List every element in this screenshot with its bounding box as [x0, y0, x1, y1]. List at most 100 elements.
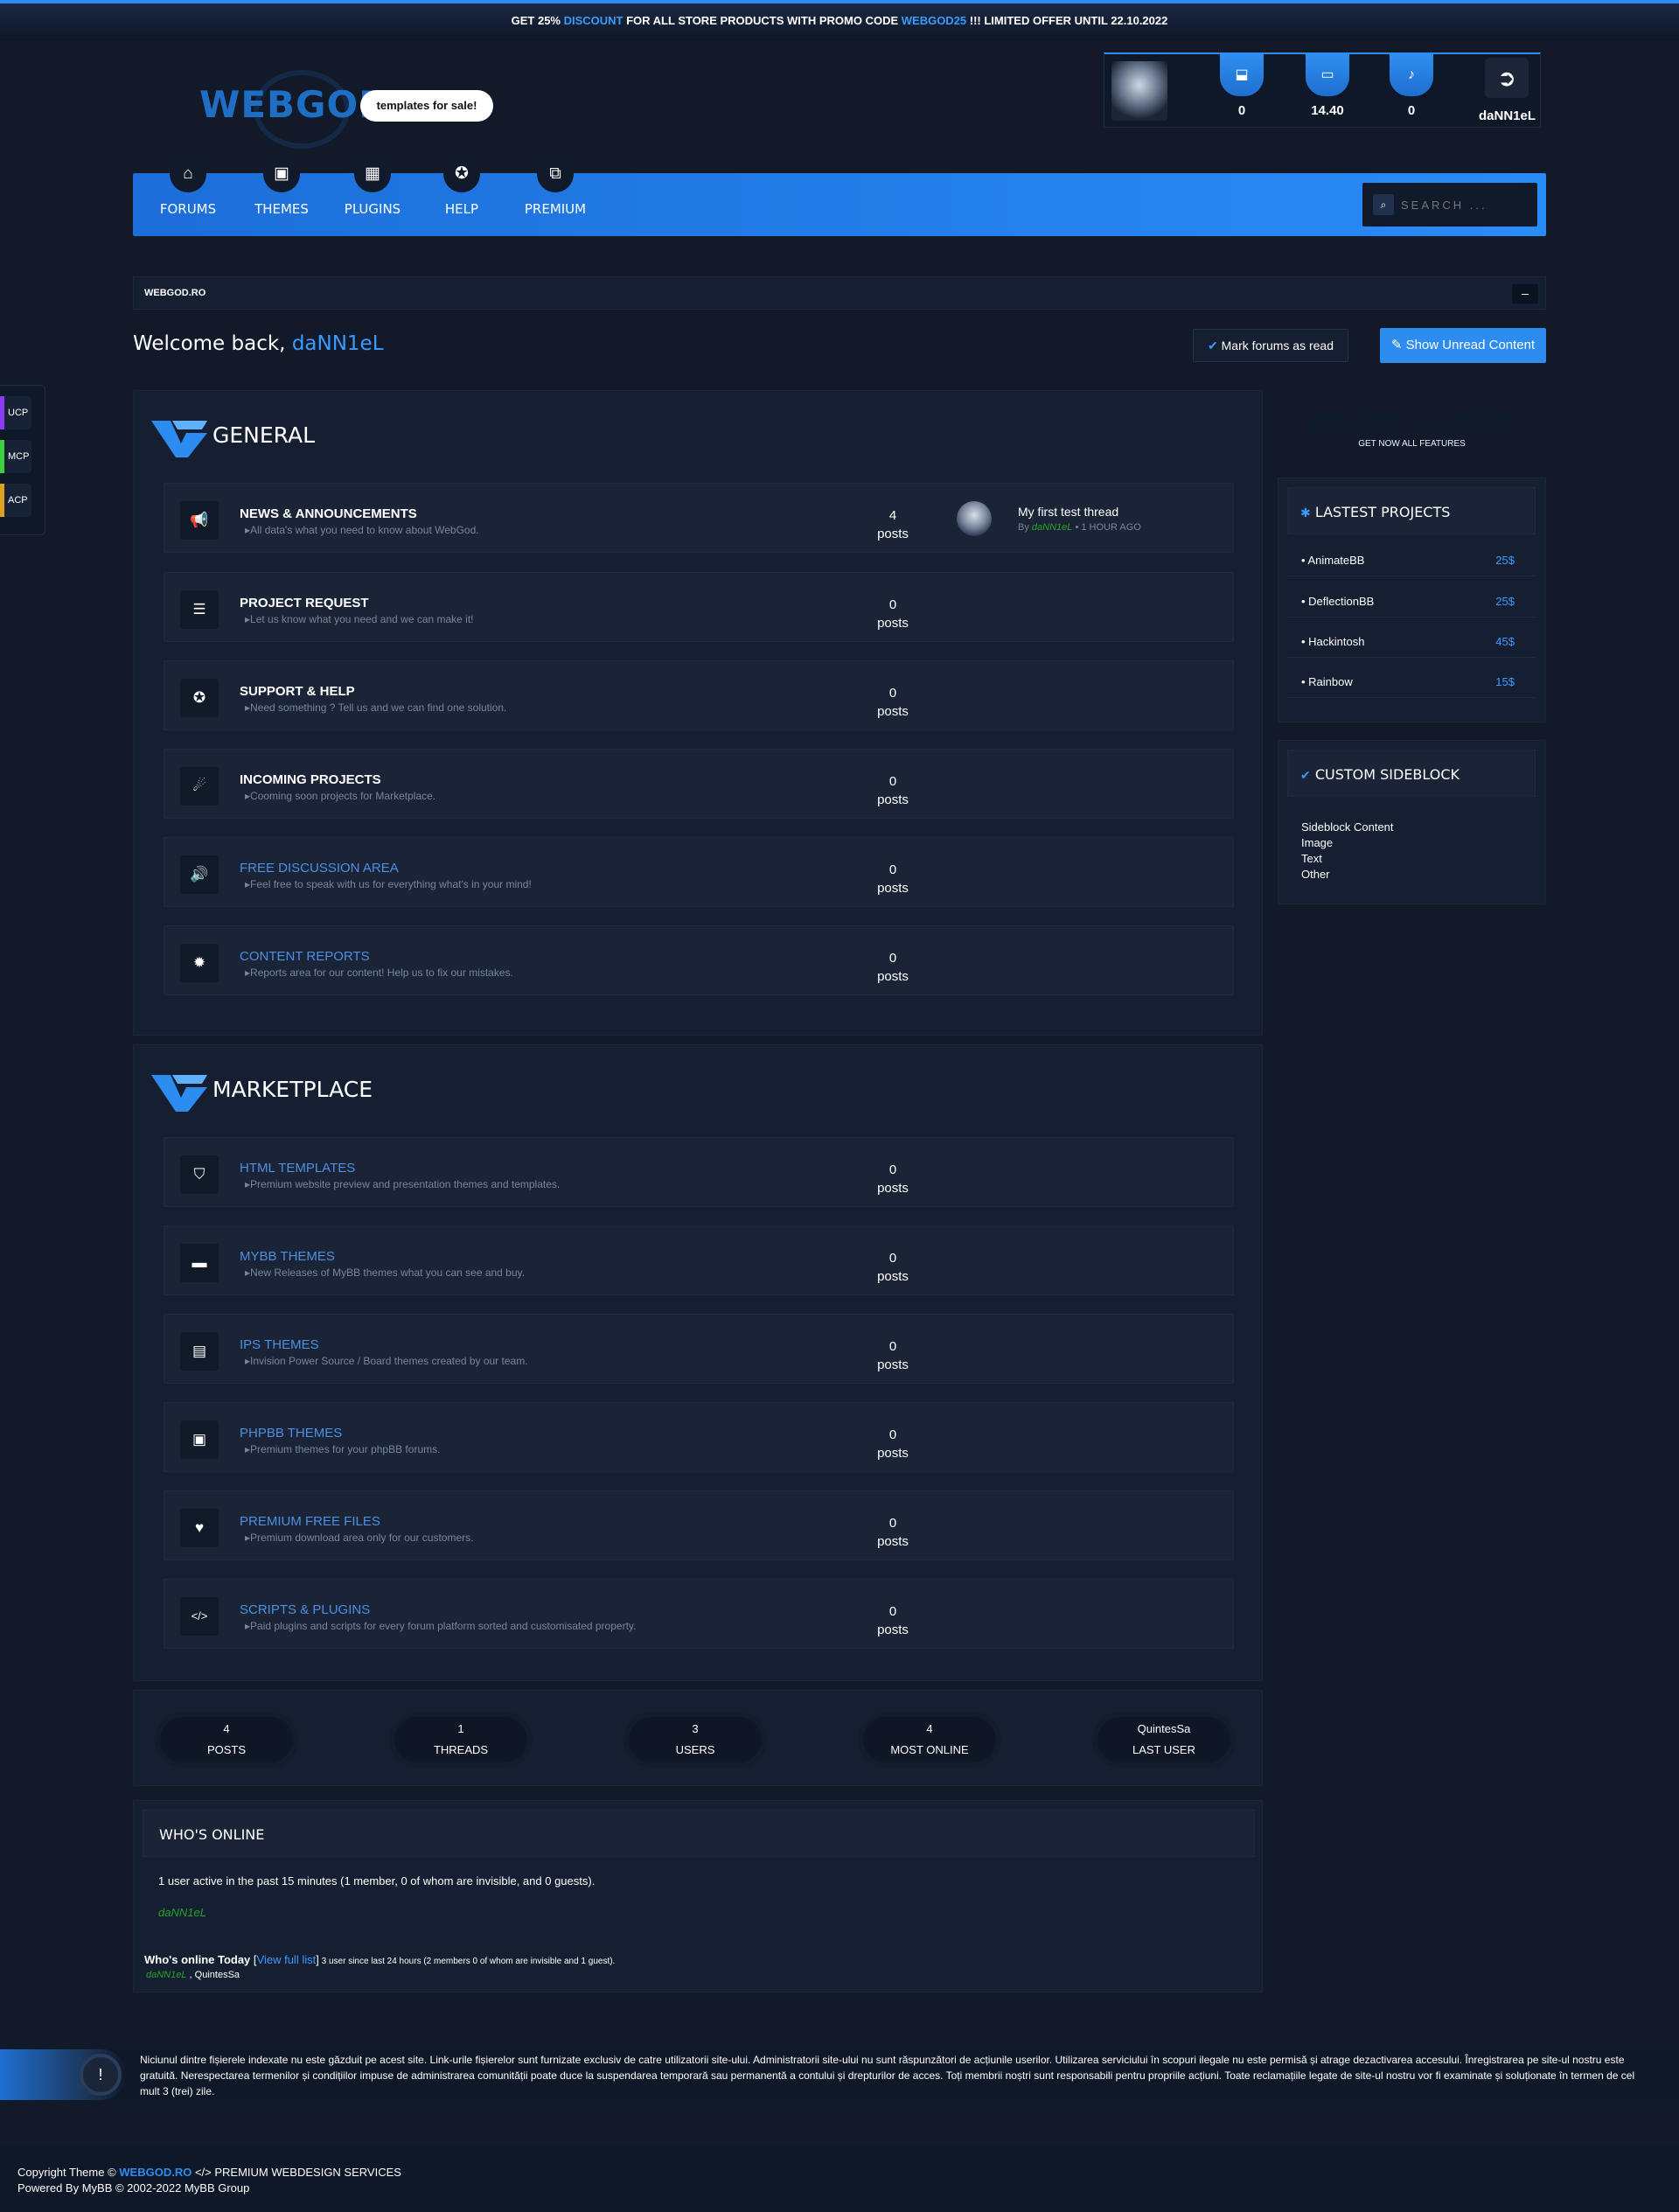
forum-row[interactable]: ▬ MYBB THEMES New Releases of MyBB theme… — [164, 1225, 1234, 1295]
forum-name[interactable]: SCRIPTS & PLUGINS — [240, 1602, 370, 1617]
tab-ucp[interactable]: UCP — [0, 396, 31, 429]
post-unit: posts — [877, 881, 909, 896]
logout-button[interactable]: ➲ daNN1eL — [1479, 58, 1536, 123]
post-count: 0 — [888, 774, 897, 789]
forum-name[interactable]: SUPPORT & HELP — [240, 684, 355, 699]
nav-premium[interactable]: ⧉ PREMIUM — [516, 156, 595, 217]
list-item[interactable]: • DeflectionBB 25$ — [1287, 584, 1536, 618]
post-count: 0 — [888, 1427, 897, 1442]
footer-site-link[interactable]: WEBGOD.RO — [119, 2166, 192, 2179]
upgrade-account-banner[interactable]: UPGRADE ACCOUNT GET NOW ALL FEATURES — [1278, 390, 1546, 469]
breadcrumb-home[interactable]: WEBGOD.RO — [144, 288, 206, 298]
last-post-title[interactable]: My first test thread — [1018, 505, 1118, 519]
mark-read-button[interactable]: ✔ Mark forums as read — [1193, 329, 1348, 362]
nav-help[interactable]: ✪ HELP — [422, 156, 501, 217]
forum-row[interactable]: ☄ INCOMING PROJECTS Cooming soon project… — [164, 749, 1234, 819]
bell-icon: ♪ — [1390, 54, 1433, 96]
notifications-stat[interactable]: ♪ 0 — [1390, 54, 1433, 118]
forum-row[interactable]: ▣ PHPBB THEMES Premium themes for your p… — [164, 1402, 1234, 1472]
stat-value: 4 — [926, 1722, 933, 1735]
forum-row[interactable]: ♥ PREMIUM FREE FILES Premium download ar… — [164, 1490, 1234, 1560]
whos-online: WHO'S ONLINE 1 user active in the past 1… — [133, 1800, 1263, 1992]
forum-name[interactable]: PREMIUM FREE FILES — [240, 1514, 380, 1529]
sideblock-title: ✔ CUSTOM SIDEBLOCK — [1300, 766, 1460, 783]
forum-row[interactable]: 📢 NEWS & ANNOUNCEMENTS All data's what y… — [164, 483, 1234, 553]
promo-text-2: FOR ALL STORE PRODUCTS WITH PROMO CODE — [623, 14, 902, 27]
search-icon[interactable]: ⌕ — [1373, 194, 1394, 215]
last-post-user[interactable]: daNN1eL — [1032, 522, 1072, 533]
forum-post-count: 0 posts — [871, 861, 915, 897]
online-today-user[interactable]: daNN1eL — [146, 1970, 186, 1980]
online-today-separator: , — [186, 1970, 195, 1980]
forum-row[interactable]: ☰ PROJECT REQUEST Let us know what you n… — [164, 572, 1234, 642]
nav-forums-label: FORUMS — [159, 201, 217, 217]
forum-row[interactable]: 🔊 FREE DISCUSSION AREA Feel free to spea… — [164, 837, 1234, 907]
avatar[interactable] — [1111, 61, 1167, 121]
category-logo-icon — [151, 421, 207, 457]
stat-value: 1 — [457, 1722, 464, 1735]
forum-name[interactable]: MYBB THEMES — [240, 1249, 335, 1264]
project-name[interactable]: • AnimateBB — [1301, 554, 1364, 567]
grid-icon: ▦ — [354, 156, 391, 192]
sideblock-line: Text — [1301, 852, 1322, 865]
forum-name[interactable]: INCOMING PROJECTS — [240, 772, 381, 787]
online-user[interactable]: daNN1eL — [158, 1906, 206, 1919]
category-title[interactable]: GENERAL — [212, 422, 315, 448]
nav-themes[interactable]: ▣ THEMES — [242, 156, 321, 217]
online-today: Who's online Today [View full list] 3 us… — [144, 1953, 615, 1966]
disclaimer-badge: ! — [0, 2049, 127, 2100]
forum-name[interactable]: NEWS & ANNOUNCEMENTS — [240, 506, 417, 521]
forum-row[interactable]: ⛉ HTML TEMPLATES Premium website preview… — [164, 1137, 1234, 1207]
post-unit: posts — [877, 616, 909, 631]
forum-description: Cooming soon projects for Marketplace. — [245, 790, 435, 802]
forum-name[interactable]: FREE DISCUSSION AREA — [240, 861, 399, 876]
project-name[interactable]: • DeflectionBB — [1301, 595, 1374, 608]
welcome-user[interactable]: daNN1eL — [292, 332, 384, 355]
nav-plugins[interactable]: ▦ PLUGINS — [333, 156, 412, 217]
forum-post-count: 0 posts — [871, 684, 915, 721]
list-item[interactable]: • Hackintosh 45$ — [1287, 625, 1536, 658]
credits-stat[interactable]: ▭ 14.40 — [1306, 54, 1349, 118]
list-item[interactable]: • Rainbow 15$ — [1287, 665, 1536, 698]
file-image-icon: ▤ — [180, 1332, 219, 1371]
collapse-button[interactable]: – — [1512, 284, 1538, 304]
forum-row[interactable]: ✹ CONTENT REPORTS Reports area for our c… — [164, 925, 1234, 995]
forum-name[interactable]: PHPBB THEMES — [240, 1426, 342, 1441]
stat-last-user[interactable]: QuintesSa LAST USER — [1097, 1717, 1230, 1762]
ucp-bar — [0, 396, 4, 429]
forum-name[interactable]: CONTENT REPORTS — [240, 949, 370, 964]
nav-forums[interactable]: ⌂ FORUMS — [149, 156, 227, 217]
forum-description: Need something ? Tell us and we can find… — [245, 701, 506, 714]
search-input[interactable] — [1401, 192, 1523, 218]
edit-icon: ✎ — [1390, 338, 1403, 352]
footer-services: </> PREMIUM WEBDESIGN SERVICES — [192, 2166, 401, 2179]
forum-name[interactable]: PROJECT REQUEST — [240, 596, 369, 611]
forum-name[interactable]: HTML TEMPLATES — [240, 1161, 355, 1176]
list-item[interactable]: • AnimateBB 25$ — [1287, 543, 1536, 576]
check-icon: ✔ — [1208, 338, 1218, 352]
upgrade-subtitle: GET NOW ALL FEATURES — [1358, 439, 1466, 449]
project-name[interactable]: • Rainbow — [1301, 675, 1353, 688]
forum-row[interactable]: ✪ SUPPORT & HELP Need something ? Tell u… — [164, 660, 1234, 730]
heart-icon: ♥ — [180, 1509, 219, 1547]
last-post-avatar[interactable] — [957, 501, 992, 536]
disclaimer: ! Niciunul dintre fișierele indexate nu … — [0, 2049, 1679, 2100]
forum-row[interactable]: ▤ IPS THEMES Invision Power Source / Boa… — [164, 1314, 1234, 1384]
tab-acp[interactable]: ACP — [0, 484, 31, 517]
forum-row[interactable]: </> SCRIPTS & PLUGINS Paid plugins and s… — [164, 1579, 1234, 1649]
view-full-list-link[interactable]: View full list — [257, 1953, 317, 1966]
post-unit: posts — [877, 1446, 909, 1461]
forum-description: Premium website preview and presentation… — [245, 1178, 560, 1190]
post-unit: posts — [877, 704, 909, 719]
project-name[interactable]: • Hackintosh — [1301, 635, 1364, 648]
inbox-stat[interactable]: ⬓ 0 — [1220, 54, 1264, 118]
unread-content-button[interactable]: ✎ Show Unread Content — [1380, 328, 1546, 363]
online-today-user[interactable]: QuintesSa — [195, 1970, 240, 1980]
category-title[interactable]: MARKETPLACE — [212, 1077, 373, 1102]
forum-post-count: 0 posts — [871, 1514, 915, 1551]
tab-mcp[interactable]: MCP — [0, 440, 31, 473]
forum-name[interactable]: IPS THEMES — [240, 1337, 319, 1352]
whos-online-title: WHO'S ONLINE — [159, 1826, 265, 1843]
post-unit: posts — [877, 1181, 909, 1196]
mark-read-label: Mark forums as read — [1221, 338, 1334, 352]
